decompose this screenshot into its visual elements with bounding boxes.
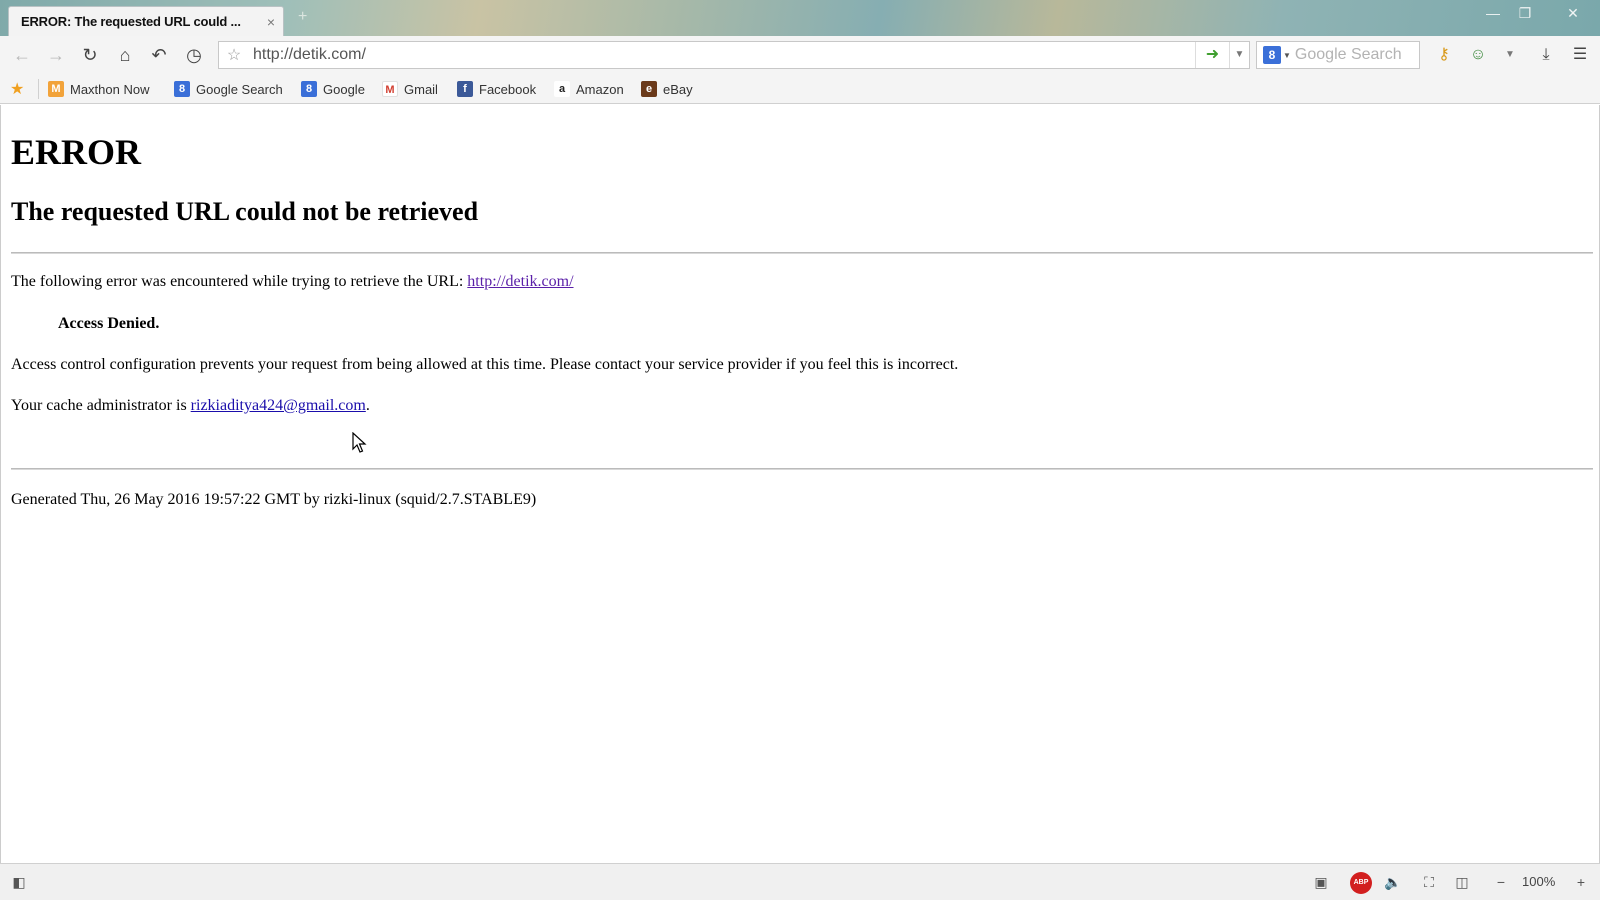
close-window-icon[interactable]: ✕ xyxy=(1558,2,1588,24)
page-content: ERROR The requested URL could not be ret… xyxy=(0,105,1600,863)
tab-active[interactable]: ERROR: The requested URL could ... × xyxy=(8,6,284,36)
history-icon[interactable]: ◷ xyxy=(182,44,206,66)
bookmark-label: Amazon xyxy=(576,81,624,97)
search-engine-icon[interactable]: 8 xyxy=(1263,46,1281,64)
menu-icon[interactable]: ☰ xyxy=(1568,44,1592,66)
page-title: ERROR xyxy=(11,132,142,172)
error-message: The following error was encountered whil… xyxy=(11,273,574,291)
volume-icon[interactable]: 🔈 xyxy=(1382,872,1404,892)
restore-icon[interactable]: ❐ xyxy=(1510,2,1540,24)
admin-info: Your cache administrator is rizkiaditya4… xyxy=(11,397,370,415)
bookmark-label: eBay xyxy=(663,81,693,97)
favorites-star-icon[interactable]: ★ xyxy=(10,79,24,99)
search-input[interactable]: Google Search xyxy=(1295,46,1402,64)
divider-bottom xyxy=(11,468,1593,470)
title-bar: ERROR: The requested URL could ... × + —… xyxy=(0,0,1600,36)
bookmark-label: Facebook xyxy=(479,81,537,97)
access-denied-label: Access Denied. xyxy=(58,315,160,332)
adblock-icon[interactable]: ABP xyxy=(1350,872,1372,894)
screenshot-icon[interactable]: ▣ xyxy=(1310,872,1332,892)
admin-intro-text: Your cache administrator is xyxy=(11,397,191,414)
forward-icon[interactable]: → xyxy=(44,44,68,66)
search-box[interactable]: 8 ▼ Google Search xyxy=(1256,41,1420,69)
bookmark-label: Maxthon Now xyxy=(70,81,150,97)
zoom-in-icon[interactable]: + xyxy=(1570,872,1592,892)
bookmark-label: Gmail xyxy=(404,81,438,97)
error-url-link[interactable]: http://detik.com/ xyxy=(467,273,573,290)
divider-top xyxy=(11,252,1593,254)
download-icon[interactable]: ⤓ xyxy=(1534,44,1558,66)
bookmarks-bar: ★ M Maxthon Now 8 Google Search 8 Google… xyxy=(0,74,1600,104)
search-engine-dropdown-icon[interactable]: ▼ xyxy=(1283,51,1291,60)
dropdown-icon[interactable]: ▼ xyxy=(1229,42,1249,68)
user-icon[interactable]: ☺ xyxy=(1466,44,1490,66)
google-icon: 8 xyxy=(301,81,317,97)
key-icon[interactable]: ⚷ xyxy=(1432,44,1456,66)
zoom-level[interactable]: 100% xyxy=(1522,874,1555,889)
bookmark-amazon[interactable]: a Amazon xyxy=(554,79,624,99)
status-bar: ◧ ▣ ABP 🔈 ⛶ ◫ − 100% + xyxy=(0,863,1600,900)
bookmark-label: Google Search xyxy=(196,81,283,97)
bookmarks-separator xyxy=(38,79,39,99)
tab-close-icon[interactable]: × xyxy=(259,14,283,30)
go-icon[interactable]: ➜ xyxy=(1195,42,1229,68)
fullscreen-icon[interactable]: ⛶ xyxy=(1418,872,1440,892)
back-icon[interactable]: ← xyxy=(10,44,34,66)
facebook-icon: f xyxy=(457,81,473,97)
zoom-out-icon[interactable]: − xyxy=(1490,872,1512,892)
navigation-toolbar: ← → ↻ ⌂ ↶ ◷ ☆ http://detik.com/ ➜ ▼ 8 ▼ … xyxy=(0,36,1600,74)
google-search-icon: 8 xyxy=(174,81,190,97)
bookmark-gmail[interactable]: M Gmail xyxy=(382,79,438,99)
new-tab-icon[interactable]: + xyxy=(298,8,307,26)
page-subtitle: The requested URL could not be retrieved xyxy=(11,197,479,226)
gmail-icon: M xyxy=(382,81,398,97)
bookmark-maxthon-now[interactable]: M Maxthon Now xyxy=(48,79,149,99)
undo-icon[interactable]: ↶ xyxy=(147,44,171,66)
ebay-icon: e xyxy=(641,81,657,97)
address-bar[interactable]: ☆ http://detik.com/ ➜ ▼ xyxy=(218,41,1250,69)
bookmark-google[interactable]: 8 Google xyxy=(301,79,365,99)
amazon-icon: a xyxy=(554,81,570,97)
minimize-icon[interactable]: — xyxy=(1478,2,1508,24)
admin-email-link[interactable]: rizkiaditya424@gmail.com xyxy=(191,397,366,414)
bookmark-label: Google xyxy=(323,81,365,97)
bookmark-facebook[interactable]: f Facebook xyxy=(457,79,536,99)
sidebar-toggle-icon[interactable]: ◧ xyxy=(8,872,30,892)
mouse-cursor-icon xyxy=(352,432,367,453)
denied-detail-text: Access control configuration prevents yo… xyxy=(11,356,959,373)
star-icon[interactable]: ☆ xyxy=(219,45,249,65)
tab-title: ERROR: The requested URL could ... xyxy=(21,14,241,29)
more-tools-icon[interactable]: ▼ xyxy=(1498,44,1522,66)
address-input[interactable]: http://detik.com/ xyxy=(249,46,1195,64)
bookmark-google-search[interactable]: 8 Google Search xyxy=(174,79,283,99)
home-icon[interactable]: ⌂ xyxy=(113,44,137,66)
maxthon-icon: M xyxy=(48,81,64,97)
split-view-icon[interactable]: ◫ xyxy=(1451,872,1473,892)
reload-icon[interactable]: ↻ xyxy=(78,44,102,66)
bookmark-ebay[interactable]: e eBay xyxy=(641,79,693,99)
generated-footer: Generated Thu, 26 May 2016 19:57:22 GMT … xyxy=(11,491,537,508)
error-intro-text: The following error was encountered whil… xyxy=(11,273,468,290)
admin-end-text: . xyxy=(365,397,370,414)
